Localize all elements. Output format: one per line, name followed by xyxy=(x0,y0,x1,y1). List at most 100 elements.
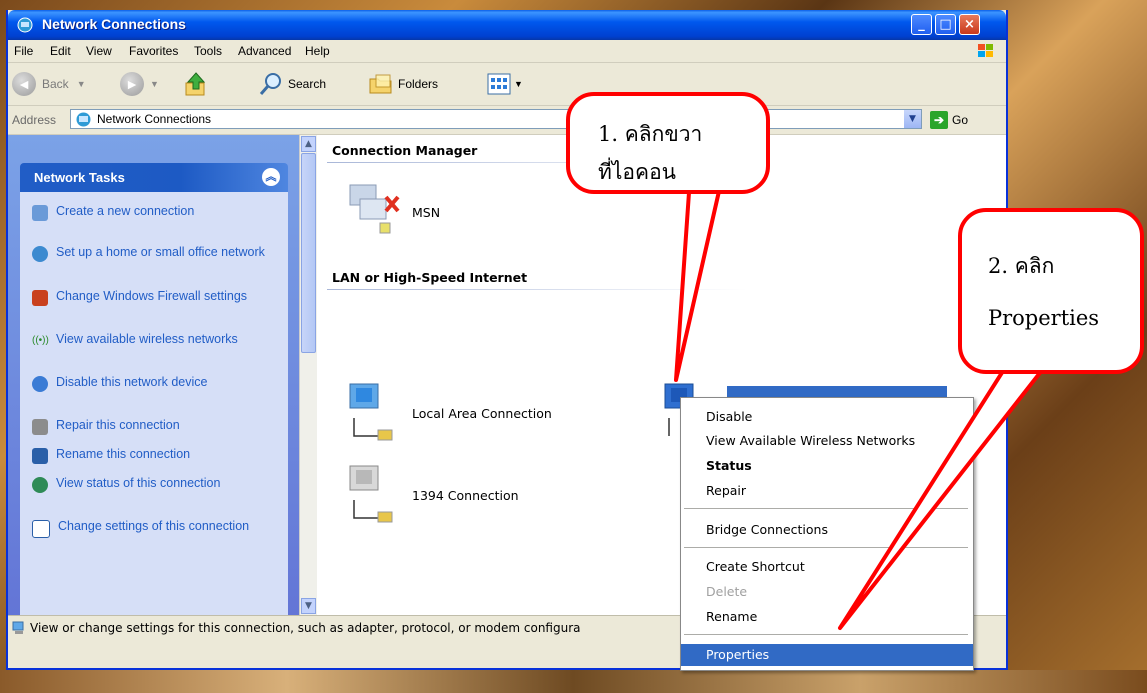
task-repair[interactable]: Repair this connection xyxy=(32,418,272,435)
task-wireless[interactable]: ((•)) View available wireless networks xyxy=(32,332,272,349)
wireless-icon: ((•)) xyxy=(32,335,49,346)
task-pane: Network Tasks ︽ Create a new connection … xyxy=(8,135,299,615)
go-arrow-icon: ➔ xyxy=(930,111,948,129)
task-label: Change settings of this connection xyxy=(58,519,250,533)
search-label: Search xyxy=(288,77,327,91)
collapse-chevron-icon[interactable]: ︽ xyxy=(262,168,280,186)
up-arrow-icon xyxy=(185,72,206,96)
menu-repair[interactable]: Repair xyxy=(681,480,973,502)
task-label: Rename this connection xyxy=(56,447,191,461)
forward-arrow-icon: ► xyxy=(120,72,144,96)
go-button[interactable]: ➔ Go xyxy=(930,111,968,129)
folders-icon xyxy=(369,74,392,94)
settings-icon xyxy=(32,520,50,538)
menu-separator xyxy=(684,508,968,509)
task-pane-scrollbar[interactable]: ▲ ▼ xyxy=(299,135,317,615)
window-title: Network Connections xyxy=(42,16,186,32)
network-tasks-title: Network Tasks xyxy=(34,170,125,185)
close-button[interactable]: × xyxy=(959,14,980,35)
scroll-thumb[interactable] xyxy=(301,153,316,353)
connection-label: Local Area Connection xyxy=(412,405,552,421)
title-bar[interactable]: Network Connections _ □ × xyxy=(8,10,1006,40)
status-text: View or change settings for this connect… xyxy=(30,621,581,635)
menu-tools[interactable]: Tools xyxy=(194,44,222,58)
task-label: Change Windows Firewall settings xyxy=(56,289,248,303)
context-menu: Disable View Available Wireless Networks… xyxy=(680,397,974,671)
new-connection-icon xyxy=(32,205,48,221)
task-label: Disable this network device xyxy=(56,375,208,389)
task-rename[interactable]: Rename this connection xyxy=(32,447,272,464)
1394-computer-icon xyxy=(349,465,393,523)
back-arrow-icon: ◄ xyxy=(12,72,36,96)
disable-icon xyxy=(32,376,48,392)
forward-button[interactable]: ► ▼ xyxy=(120,71,159,97)
go-label: Go xyxy=(952,113,969,127)
callout-2-line2: Properties xyxy=(988,306,1100,330)
menu-bar: File Edit View Favorites Tools Advanced … xyxy=(8,40,1006,63)
menu-create-shortcut[interactable]: Create Shortcut xyxy=(681,556,973,578)
address-bar: Address Network Connections ▼ ➔ Go xyxy=(8,106,1006,135)
task-firewall[interactable]: Change Windows Firewall settings xyxy=(32,289,272,306)
menu-separator xyxy=(684,547,968,548)
views-grid-icon xyxy=(487,73,511,95)
home-network-icon xyxy=(32,246,48,262)
back-button[interactable]: ◄ Back ▼ xyxy=(12,71,86,97)
connection-label: 1394 Connection xyxy=(412,487,519,503)
task-home-network[interactable]: Set up a home or small office network xyxy=(32,245,272,262)
network-tasks-header[interactable]: Network Tasks ︽ xyxy=(20,163,288,192)
chevron-down-icon: ▼ xyxy=(76,79,86,89)
menu-disable[interactable]: Disable xyxy=(681,406,973,428)
menu-separator xyxy=(684,634,968,635)
connection-local-area[interactable]: Local Area Connection xyxy=(342,378,552,448)
chevron-down-icon: ▼ xyxy=(150,79,159,89)
callout-2-line1: 2. คลิก xyxy=(988,254,1055,278)
callout-1: 1. คลิกขวา ที่ไอคอน xyxy=(566,92,770,194)
network-connections-icon xyxy=(17,17,33,33)
task-label: View status of this connection xyxy=(56,476,221,490)
task-change-settings[interactable]: Change settings of this connection xyxy=(32,519,272,538)
back-label: Back xyxy=(42,77,69,91)
address-input[interactable]: Network Connections ▼ xyxy=(70,109,922,129)
group-lan-header: LAN or High-Speed Internet xyxy=(332,270,528,285)
maximize-button[interactable]: □ xyxy=(935,14,956,35)
connection-1394[interactable]: 1394 Connection xyxy=(342,460,519,530)
task-view-status[interactable]: View status of this connection xyxy=(32,476,272,493)
group-connection-manager-header: Connection Manager xyxy=(332,143,478,158)
menu-help[interactable]: Help xyxy=(305,44,330,58)
menu-edit[interactable]: Edit xyxy=(50,44,71,58)
chevron-down-icon: ▼ xyxy=(514,79,523,89)
menu-properties[interactable]: Properties xyxy=(681,644,973,666)
address-dropdown-button[interactable]: ▼ xyxy=(904,110,921,128)
scroll-down-icon[interactable]: ▼ xyxy=(301,598,316,614)
task-label: Set up a home or small office network xyxy=(56,245,265,259)
menu-bridge-connections[interactable]: Bridge Connections xyxy=(681,519,973,541)
connection-msn[interactable]: MSN xyxy=(342,177,440,247)
network-status-icon xyxy=(12,621,24,634)
task-label: View available wireless networks xyxy=(56,332,238,346)
menu-view-wireless-networks[interactable]: View Available Wireless Networks xyxy=(681,430,973,452)
menu-view[interactable]: View xyxy=(86,44,112,58)
task-label: Repair this connection xyxy=(56,418,180,432)
search-icon xyxy=(259,73,281,95)
desktop-background-strip xyxy=(0,670,1147,693)
task-create-connection[interactable]: Create a new connection xyxy=(32,204,272,221)
menu-status[interactable]: Status xyxy=(681,455,973,477)
menu-favorites[interactable]: Favorites xyxy=(129,44,178,58)
network-tasks-panel: Create a new connection Set up a home or… xyxy=(20,192,288,615)
menu-delete: Delete xyxy=(706,584,748,599)
msn-connection-icon xyxy=(349,184,400,234)
scroll-up-icon[interactable]: ▲ xyxy=(301,136,316,152)
up-folder-button[interactable] xyxy=(183,71,209,97)
folders-button[interactable]: Folders xyxy=(368,71,438,97)
views-button[interactable]: ▼ xyxy=(486,71,523,97)
status-icon xyxy=(32,477,48,493)
search-button[interactable]: Search xyxy=(258,71,326,97)
task-disable-device[interactable]: Disable this network device xyxy=(32,375,272,392)
menu-rename[interactable]: Rename xyxy=(681,606,973,628)
address-value: Network Connections xyxy=(97,112,212,126)
network-connections-icon xyxy=(76,112,91,127)
minimize-button[interactable]: _ xyxy=(911,14,932,35)
callout-2: 2. คลิก Properties xyxy=(958,208,1144,374)
menu-advanced[interactable]: Advanced xyxy=(238,44,291,58)
menu-file[interactable]: File xyxy=(14,44,33,58)
